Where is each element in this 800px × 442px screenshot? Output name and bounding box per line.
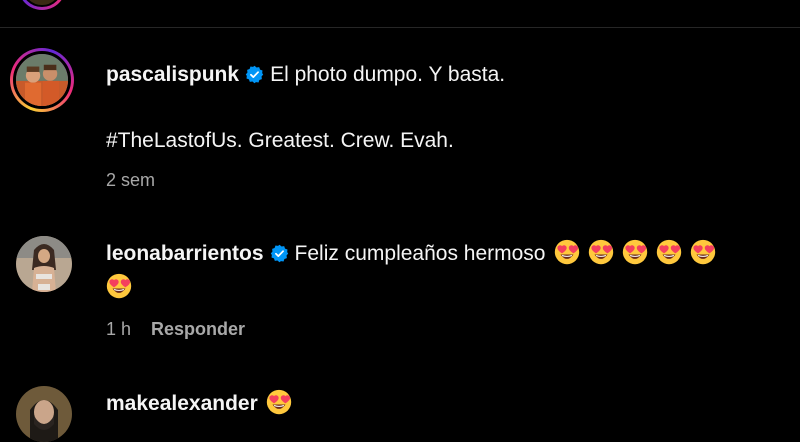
verified-badge-icon [245, 65, 264, 84]
heart-eyes-emoji [622, 239, 647, 265]
heart-eyes-emoji [106, 273, 132, 299]
username[interactable]: makealexander [106, 392, 258, 415]
avatar[interactable] [16, 236, 72, 292]
avatar[interactable] [10, 48, 74, 112]
heart-eyes-emoji [554, 239, 579, 265]
verified-badge-icon [270, 244, 288, 263]
comment-text-line2: #TheLastofUs. Greatest. Crew. Evah. [106, 129, 454, 152]
username[interactable]: leonabarrientos [106, 242, 264, 265]
comment-time[interactable]: 2 sem [106, 170, 155, 190]
profile-photo-icon [16, 236, 72, 292]
divider [0, 27, 800, 28]
comment-text-line1: El photo dumpo. Y basta. [270, 63, 506, 86]
profile-photo-icon [16, 386, 72, 442]
username[interactable]: pascalispunk [106, 63, 239, 86]
avatar[interactable] [16, 386, 72, 442]
heart-eyes-emoji [656, 239, 681, 265]
reply-button[interactable]: Responder [151, 319, 245, 339]
comment-time[interactable]: 1 h [106, 319, 131, 339]
previous-comment-avatar[interactable] [18, 0, 66, 10]
heart-eyes-emoji [588, 239, 613, 265]
heart-eyes-emoji [266, 389, 291, 415]
heart-eyes-emoji [690, 239, 715, 265]
profile-photo-icon [16, 54, 68, 106]
comment-text: Feliz cumpleaños hermoso [294, 242, 546, 265]
